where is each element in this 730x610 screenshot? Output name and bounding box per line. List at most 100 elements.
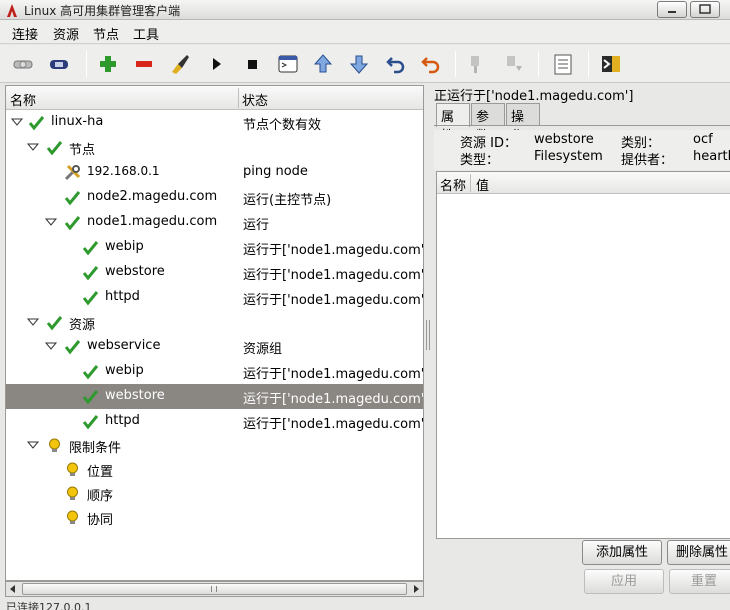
- tab-operations[interactable]: 操作: [506, 103, 540, 144]
- expander-icon[interactable]: [44, 215, 58, 229]
- tree-row-group-httpd[interactable]: httpd 运行于['node1.magedu.com']: [6, 409, 423, 434]
- check-icon: [82, 390, 99, 405]
- check-icon: [82, 365, 99, 380]
- exit-icon: [602, 56, 620, 72]
- log-button[interactable]: [552, 53, 574, 75]
- standby-button[interactable]: [466, 53, 488, 75]
- tab-attributes[interactable]: 属性: [436, 103, 470, 144]
- attr-name-header[interactable]: 名称: [440, 175, 466, 194]
- attributes-table[interactable]: 名称 值: [436, 171, 730, 539]
- tree-row-location[interactable]: 位置: [6, 457, 423, 482]
- cleanup-icon: [172, 55, 189, 74]
- scroll-thumb[interactable]: [22, 583, 407, 595]
- tab-parameters[interactable]: 参数: [471, 103, 505, 144]
- tree-row-node2[interactable]: node2.magedu.com 运行(主控节点): [6, 185, 423, 210]
- tree-row-colocation[interactable]: 协同: [6, 505, 423, 530]
- tree-row-label: webstore: [105, 264, 165, 279]
- window-title: Linux 高可用集群管理客户端: [24, 4, 181, 18]
- column-name-header[interactable]: 名称: [10, 90, 36, 109]
- status-bar: 已连接127.0.0.1: [6, 601, 92, 610]
- tree-row-status: 运行于['node1.magedu.com']: [243, 417, 423, 432]
- tree-row-label: linux-ha: [51, 114, 104, 129]
- tree-row-label: 限制条件: [69, 441, 122, 456]
- login-icon: [13, 60, 33, 69]
- scroll-left-icon[interactable]: [7, 583, 19, 595]
- cleanup-button[interactable]: [169, 53, 191, 75]
- tree-row-status: 运行于['node1.magedu.com']: [243, 243, 423, 258]
- tree-row-constraints[interactable]: 限制条件: [6, 433, 423, 458]
- login-button[interactable]: [12, 53, 34, 75]
- tree-row-ping-node[interactable]: 192.168.0.1 ping node: [6, 160, 423, 185]
- tree-row-linux-ha[interactable]: linux-ha 节点个数有效: [6, 110, 423, 135]
- exit-button[interactable]: [600, 53, 622, 75]
- maximize-icon: [699, 4, 711, 14]
- resource-detail-panel: 正运行于['node1.magedu.com'] 属性 参数 操作 资源 ID：…: [432, 85, 730, 600]
- tree-row-label: 协同: [87, 513, 114, 528]
- apply-button[interactable]: 应用: [584, 569, 664, 594]
- logout-button[interactable]: [48, 53, 70, 75]
- maximize-button[interactable]: [690, 1, 720, 18]
- tree-row-status: 运行(主控节点): [243, 193, 332, 208]
- tree-row-label: node1.magedu.com: [87, 214, 218, 229]
- tree-row-status: 运行于['node1.magedu.com']: [243, 367, 423, 382]
- type-label: 类型：: [460, 153, 500, 168]
- add-attribute-button[interactable]: 添加属性: [582, 540, 662, 565]
- expander-icon[interactable]: [26, 140, 40, 154]
- reset-button[interactable]: 重置: [669, 569, 730, 594]
- resource-id-value: webstore: [534, 132, 594, 147]
- tree-row-status: 运行于['node1.magedu.com']: [243, 293, 423, 308]
- expander-icon[interactable]: [26, 315, 40, 329]
- tree-row-webservice[interactable]: webservice 资源组: [6, 334, 423, 359]
- minimize-button[interactable]: [657, 1, 687, 18]
- expander-icon[interactable]: [10, 115, 24, 129]
- start-icon: [213, 58, 221, 70]
- menu-tools[interactable]: 工具: [133, 24, 159, 43]
- tree-row-status: 运行: [243, 218, 270, 233]
- scroll-right-icon[interactable]: [410, 583, 422, 595]
- tree-row-order[interactable]: 顺序: [6, 481, 423, 506]
- class-value: ocf: [693, 132, 713, 147]
- undo-button[interactable]: [385, 53, 407, 75]
- column-status-header[interactable]: 状态: [242, 90, 268, 109]
- tree-row-node1-httpd[interactable]: httpd 运行于['node1.magedu.com']: [6, 285, 423, 310]
- tree-row-label: httpd: [105, 289, 140, 304]
- bulb-icon: [49, 438, 60, 452]
- menu-bar: 连接 资源 节点 工具: [0, 20, 730, 44]
- app-logo-icon: [7, 4, 17, 17]
- expander-icon[interactable]: [44, 339, 58, 353]
- add-button[interactable]: [97, 53, 119, 75]
- check-icon: [46, 316, 63, 331]
- check-icon: [82, 241, 99, 256]
- tree-horizontal-scrollbar[interactable]: [5, 581, 424, 597]
- menu-nodes[interactable]: 节点: [93, 24, 119, 43]
- expander-icon[interactable]: [26, 438, 40, 452]
- tree-row-group-webip[interactable]: webip 运行于['node1.magedu.com']: [6, 359, 423, 384]
- tab-content: 资源 ID： webstore 类别： ocf 类型： Filesystem 提…: [434, 125, 730, 595]
- start-button[interactable]: [205, 53, 227, 75]
- default-icon: [278, 55, 298, 73]
- tree-row-label: webip: [105, 363, 144, 378]
- tree-header: 名称 状态: [6, 86, 423, 110]
- tree-row-label: webservice: [87, 338, 161, 353]
- remove-button[interactable]: [133, 53, 155, 75]
- menu-resources[interactable]: 资源: [53, 24, 79, 43]
- pane-splitter[interactable]: [424, 85, 432, 597]
- title-bar: Linux 高可用集群管理客户端: [0, 0, 730, 20]
- tree-row-node1[interactable]: node1.magedu.com 运行: [6, 210, 423, 235]
- tree-row-node1-webstore[interactable]: webstore 运行于['node1.magedu.com']: [6, 260, 423, 285]
- tree-row-group-webstore[interactable]: webstore 运行于['node1.magedu.com']: [6, 384, 423, 409]
- tree-row-nodes[interactable]: 节点: [6, 135, 423, 160]
- tree-row-resources[interactable]: 资源: [6, 310, 423, 335]
- move-up-button[interactable]: [312, 53, 334, 75]
- delete-attribute-button[interactable]: 删除属性: [667, 540, 730, 565]
- move-down-button[interactable]: [348, 53, 370, 75]
- menu-connect[interactable]: 连接: [12, 24, 38, 43]
- stop-button[interactable]: [241, 53, 263, 75]
- resource-info: 资源 ID： webstore 类别： ocf 类型： Filesystem 提…: [434, 130, 730, 170]
- migrate-button[interactable]: [420, 53, 442, 75]
- bulb-icon: [67, 510, 78, 524]
- active-button[interactable]: [502, 53, 524, 75]
- default-button[interactable]: [277, 53, 299, 75]
- tree-row-node1-webip[interactable]: webip 运行于['node1.magedu.com']: [6, 235, 423, 260]
- attr-value-header[interactable]: 值: [476, 175, 489, 194]
